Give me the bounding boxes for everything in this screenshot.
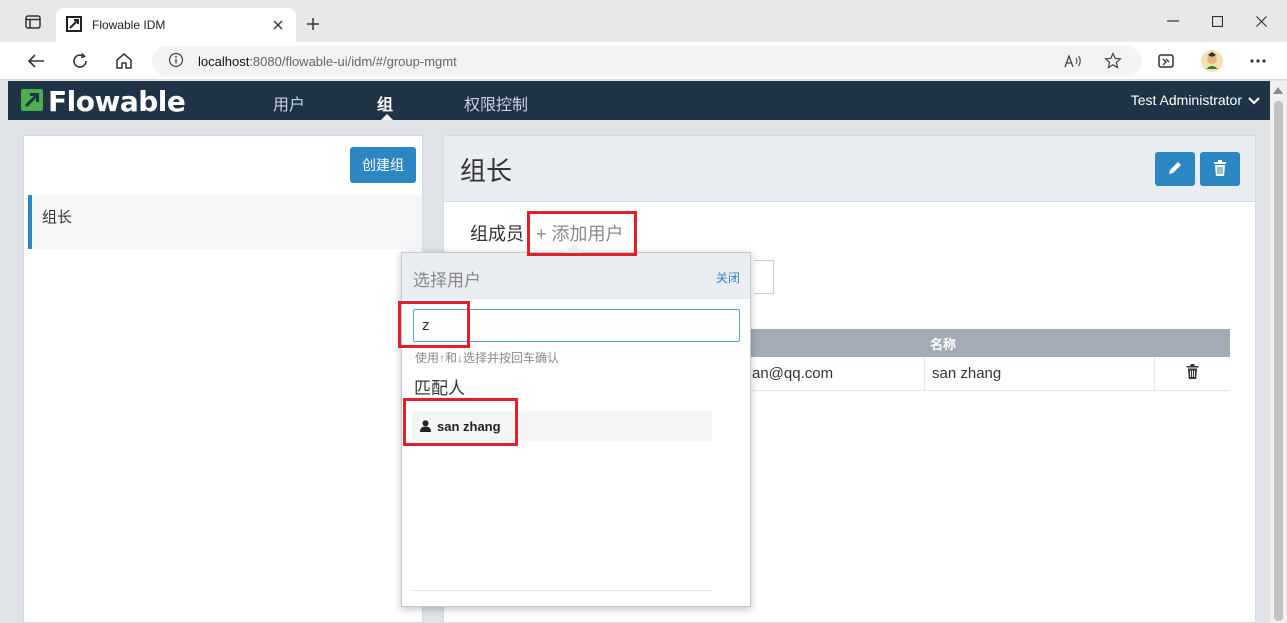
more-options-icon[interactable] xyxy=(1246,49,1270,73)
user-menu[interactable]: Test Administrator xyxy=(1131,92,1260,108)
delete-group-button[interactable] xyxy=(1200,152,1240,186)
popup-close-link[interactable]: 关闭 xyxy=(716,269,740,286)
page-title: 组长 xyxy=(460,156,513,186)
nav-item-groups[interactable]: 组 xyxy=(377,91,393,115)
highlight-add-user xyxy=(527,211,637,256)
browser-toolbar: localhost:8080/flowable-ui/idm/#/group-m… xyxy=(0,42,1287,80)
popup-title: 选择用户 xyxy=(413,271,481,290)
app-navbar: Flowable 用户 组 权限控制 Test Administrator xyxy=(8,81,1270,120)
address-bar[interactable]: localhost:8080/flowable-ui/idm/#/group-m… xyxy=(152,46,1142,76)
scroll-up-arrow-icon[interactable] xyxy=(1273,87,1283,94)
keyboard-hint: 使用↑和↓选择并按回车确认 xyxy=(415,351,560,365)
flowable-logo[interactable]: Flowable xyxy=(20,85,186,118)
close-tab-icon[interactable] xyxy=(268,15,288,35)
highlight-search-input xyxy=(398,301,470,348)
chevron-down-icon xyxy=(1248,92,1260,108)
members-table: 名称 an@qq.com san zhang xyxy=(744,329,1230,391)
user-name: Test Administrator xyxy=(1130,92,1242,108)
member-email: an@qq.com xyxy=(752,365,834,382)
trash-icon xyxy=(1186,364,1199,383)
page-scrollbar[interactable] xyxy=(1270,81,1287,623)
back-arrow-icon[interactable] xyxy=(24,49,48,73)
nav-item-users[interactable]: 用户 xyxy=(273,91,305,115)
group-detail-header: 组长 xyxy=(444,136,1255,202)
logo-text: Flowable xyxy=(48,85,186,118)
popup-divider xyxy=(412,590,712,591)
popup-header: 选择用户 关闭 xyxy=(402,253,750,299)
profile-avatar-icon[interactable] xyxy=(1200,49,1224,73)
tab-title: Flowable IDM xyxy=(92,18,166,32)
table-header: 名称 xyxy=(744,329,1230,357)
group-name: 组长 xyxy=(42,209,73,226)
scroll-thumb[interactable] xyxy=(1274,101,1283,621)
group-list-panel: 创建组 组长 xyxy=(23,135,423,623)
highlight-user-result xyxy=(403,398,518,446)
minimize-icon[interactable] xyxy=(1161,10,1185,32)
match-heading: 匹配人 xyxy=(414,379,465,398)
info-icon[interactable] xyxy=(168,52,184,71)
new-tab-icon[interactable] xyxy=(301,12,325,36)
member-filter-input[interactable] xyxy=(754,260,774,294)
edit-group-button[interactable] xyxy=(1155,152,1195,186)
nav-item-privileges[interactable]: 权限控制 xyxy=(464,91,528,115)
member-name: san zhang xyxy=(924,357,1154,390)
extension-icon[interactable] xyxy=(1154,49,1178,73)
pencil-icon xyxy=(1167,160,1183,179)
url-text: localhost:8080/flowable-ui/idm/#/group-m… xyxy=(198,53,457,69)
window-close-icon[interactable] xyxy=(1249,10,1273,32)
flowable-favicon-icon xyxy=(66,15,82,35)
refresh-icon[interactable] xyxy=(68,49,92,73)
group-list-item[interactable]: 组长 xyxy=(28,195,422,249)
read-aloud-icon[interactable] xyxy=(1062,50,1084,72)
members-label: 组成员 xyxy=(470,224,524,244)
column-header-name: 名称 xyxy=(930,336,957,352)
browser-tabbar: Flowable IDM xyxy=(0,0,1287,42)
maximize-icon[interactable] xyxy=(1205,10,1229,32)
favorite-star-icon[interactable] xyxy=(1102,50,1124,72)
home-icon[interactable] xyxy=(112,49,136,73)
active-nav-indicator xyxy=(381,114,393,120)
flowable-logo-icon xyxy=(20,88,44,115)
table-row: an@qq.com san zhang xyxy=(744,357,1230,391)
create-group-button[interactable]: 创建组 xyxy=(350,147,416,183)
trash-icon xyxy=(1213,159,1227,179)
browser-tab[interactable]: Flowable IDM xyxy=(56,8,296,42)
remove-member-button[interactable] xyxy=(1154,357,1230,390)
sidebar-toggle-icon[interactable] xyxy=(20,9,46,35)
